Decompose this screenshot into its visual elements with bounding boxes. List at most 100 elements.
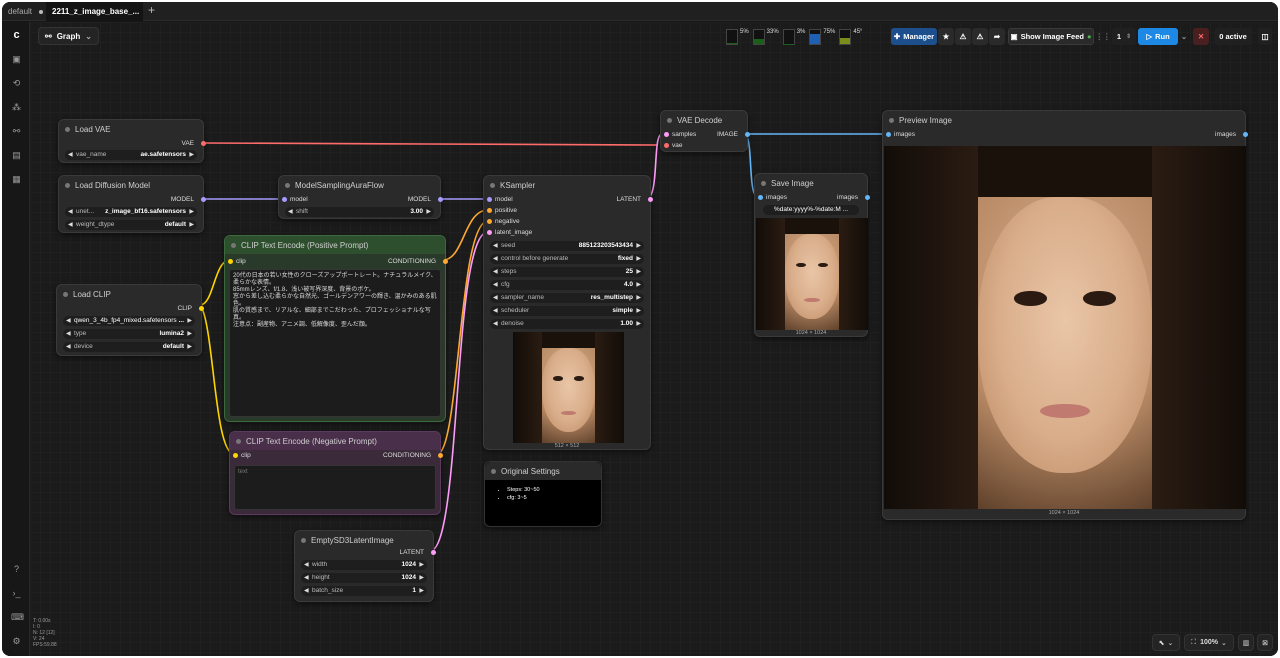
input-label: negative [495,218,520,225]
list-item: Steps: 30~50 [507,486,540,494]
star-icon[interactable]: ★ [938,28,954,45]
images-output-port[interactable] [1243,132,1248,137]
node-clip-text-encode-positive[interactable]: CLIP Text Encode (Positive Prompt) clip … [224,235,448,422]
denoise-widget[interactable]: ◀ denoise 1.00 ▶ [490,319,644,329]
model-icon[interactable]: ⚠ [955,28,971,45]
sampler-name-widget[interactable]: ◀ sampler_name res_multistep ▶ [490,293,644,303]
run-button[interactable]: ▷ Run [1138,28,1178,45]
warning-icon[interactable]: ⚠ [972,28,988,45]
saved-image [756,218,868,330]
zoom-control[interactable]: ⛶ 100% ⌄ [1184,634,1234,651]
width-widget[interactable]: ◀ width 1024 ▶ [301,560,427,570]
output-label: LATENT [399,549,424,556]
panel-toggle-icon[interactable]: ◫ [1258,28,1272,45]
node-title: Original Settings [485,462,601,480]
pointer-icon: ⬉ [1158,639,1165,647]
conditioning-output-port[interactable] [443,259,448,264]
arrow-right-icon: ▶ [636,321,641,327]
graph-mode-button[interactable]: ⚯ Graph ⌄ [38,27,99,45]
steps-widget[interactable]: ◀ steps 25 ▶ [490,267,644,277]
cfg-widget[interactable]: ◀ cfg 4.0 ▶ [490,280,644,290]
negative-prompt-textarea[interactable]: text [234,465,436,510]
node-vae-decode[interactable]: VAE Decode samples vae IMAGE [660,110,750,152]
control-widget[interactable]: ◀ control before generate fixed ▶ [490,254,644,264]
vae-input-port[interactable] [664,143,669,148]
batch-size-widget[interactable]: ◀ batch_size 1 ▶ [301,586,427,596]
manager-button[interactable]: ✚ Manager [891,28,937,45]
input-label: model [495,196,513,203]
queue-active-badge[interactable]: 0 active [1214,28,1252,45]
node-model-sampling-aura-flow[interactable]: ModelSamplingAuraFlow model MODEL ◀ shift… [278,175,443,219]
clip-name-widget[interactable]: ◀ qwen_3_4b_fp4_mixed.safetensors... ▶ [63,316,195,326]
clip-input-port[interactable] [228,259,233,264]
clip-type-widget[interactable]: ◀ type lumina2 ▶ [63,329,195,339]
image-output-port[interactable] [745,132,750,137]
node-load-vae[interactable]: Load VAE VAE ◀ vae_name ae.safetensors ▶ [58,119,206,163]
positive-input-port[interactable] [487,208,492,213]
minimap-icon[interactable]: ▥ [1238,634,1254,651]
links-toggle-icon[interactable]: ⊠ [1257,634,1273,651]
images-input-port[interactable] [758,195,763,200]
show-image-feed-button[interactable]: ▣ Show Image Feed ● [1008,28,1094,45]
widget-value: lumina2 [159,330,184,337]
latent-input-port[interactable] [487,230,492,235]
run-options-chevron-icon[interactable]: ⌄ [1179,28,1189,45]
model-output-port[interactable] [201,197,206,202]
node-save-image[interactable]: Save Image images images %date:yyyy%-%da… [754,173,870,337]
app-window: default 2211_z_image_base_... + c ▣ ⟲ ⁂ … [2,2,1278,656]
widget-label: qwen_3_4b_fp4_mixed.safetensors [74,317,177,324]
input-label: samples [672,131,697,138]
share-icon[interactable]: ➦ [989,28,1005,45]
widget-label: unet... [76,208,95,215]
widget-value: fixed [617,255,633,262]
output-label: LATENT [616,196,641,203]
node-preview-image[interactable]: Preview Image images images 1024 × 1024 [882,110,1248,520]
widget-value: res_multistep [590,294,633,301]
drag-handle-icon[interactable]: ⋮⋮ [1096,28,1111,45]
filename-prefix-widget[interactable]: %date:yyyy%-%date:M ... [763,205,859,215]
cancel-icon[interactable]: ✕ [1193,28,1209,45]
node-original-settings[interactable]: Original Settings Steps: 30~50 cfg: 3~5 [484,461,602,527]
node-title: Save Image [755,174,867,192]
clip-output-port[interactable] [199,306,204,311]
select-mode-button[interactable]: ⬉ ⌄ [1152,634,1180,651]
weight-dtype-widget[interactable]: ◀ weight_dtype default ▶ [65,220,197,230]
temp-fill [840,37,851,44]
model-input-port[interactable] [282,197,287,202]
node-empty-sd3-latent-image[interactable]: EmptySD3LatentImage LATENT ◀ width 1024 ▶ ◀… [294,530,436,602]
images-input-port[interactable] [886,132,891,137]
negative-input-port[interactable] [487,219,492,224]
node-load-diffusion-model[interactable]: Load Diffusion Model MODEL ◀ unet... z_ima… [58,175,206,233]
play-icon: ▷ [1146,32,1153,41]
unet-name-widget[interactable]: ◀ unet... z_image_bf16.safetensors ▶ [65,207,197,217]
node-load-clip[interactable]: Load CLIP CLIP ◀ qwen_3_4b_fp4_mixed.safe… [56,284,204,356]
batch-count-input[interactable]: 1 ⇕ [1112,28,1136,45]
clip-input-port[interactable] [233,453,238,458]
arrow-left-icon: ◀ [68,152,73,158]
conditioning-output-port[interactable] [438,453,443,458]
height-widget[interactable]: ◀ height 1024 ▶ [301,573,427,583]
clip-device-widget[interactable]: ◀ device default ▶ [63,342,195,352]
widget-label: steps [501,268,517,275]
latent-output-port[interactable] [431,550,436,555]
arrow-left-icon: ◀ [66,318,71,324]
samples-input-port[interactable] [664,132,669,137]
images-output-port[interactable] [865,195,870,200]
widget-label: scheduler [501,307,530,314]
prompt-textarea[interactable]: 20代の日本の若い女性のクローズアップポートレート。ナチュラルメイク、柔らかな表… [229,269,441,417]
latent-output-port[interactable] [648,197,653,202]
shift-widget[interactable]: ◀ shift 3.00 ▶ [285,207,434,217]
graph-icon: ⚯ [45,31,52,41]
node-clip-text-encode-negative[interactable]: CLIP Text Encode (Negative Prompt) clip … [229,431,443,515]
vae-output-port[interactable] [201,141,206,146]
model-input-port[interactable] [487,197,492,202]
model-output-port[interactable] [438,197,443,202]
scheduler-widget[interactable]: ◀ scheduler simple ▶ [490,306,644,316]
wire-vae [199,142,658,146]
vae-name-widget[interactable]: ◀ vae_name ae.safetensors ▶ [65,150,197,160]
node-ksampler[interactable]: KSampler model positive negative latent_… [483,175,653,450]
list-item: cfg: 3~5 [507,494,540,502]
seed-widget[interactable]: ◀ seed 885123203543434 ▶ [490,241,644,251]
input-label: vae [672,142,683,149]
arrow-left-icon: ◀ [493,321,498,327]
